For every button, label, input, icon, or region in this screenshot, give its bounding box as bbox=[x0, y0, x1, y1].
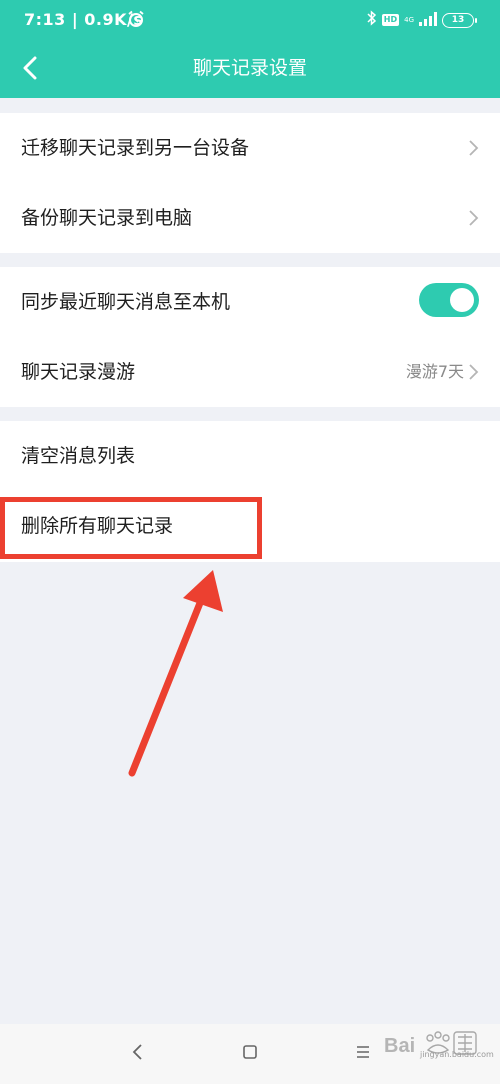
baidu-jingyan-watermark-logo: Bai bbox=[384, 1031, 477, 1057]
annotation-arrow-icon bbox=[128, 570, 223, 777]
nav-home-icon[interactable] bbox=[241, 1043, 259, 1061]
svg-text:Bai: Bai bbox=[384, 1035, 415, 1057]
watermark-url: jingyan.baidu.com bbox=[420, 1050, 494, 1059]
nav-menu-icon[interactable] bbox=[355, 1044, 371, 1060]
nav-back-icon[interactable] bbox=[128, 1042, 148, 1062]
